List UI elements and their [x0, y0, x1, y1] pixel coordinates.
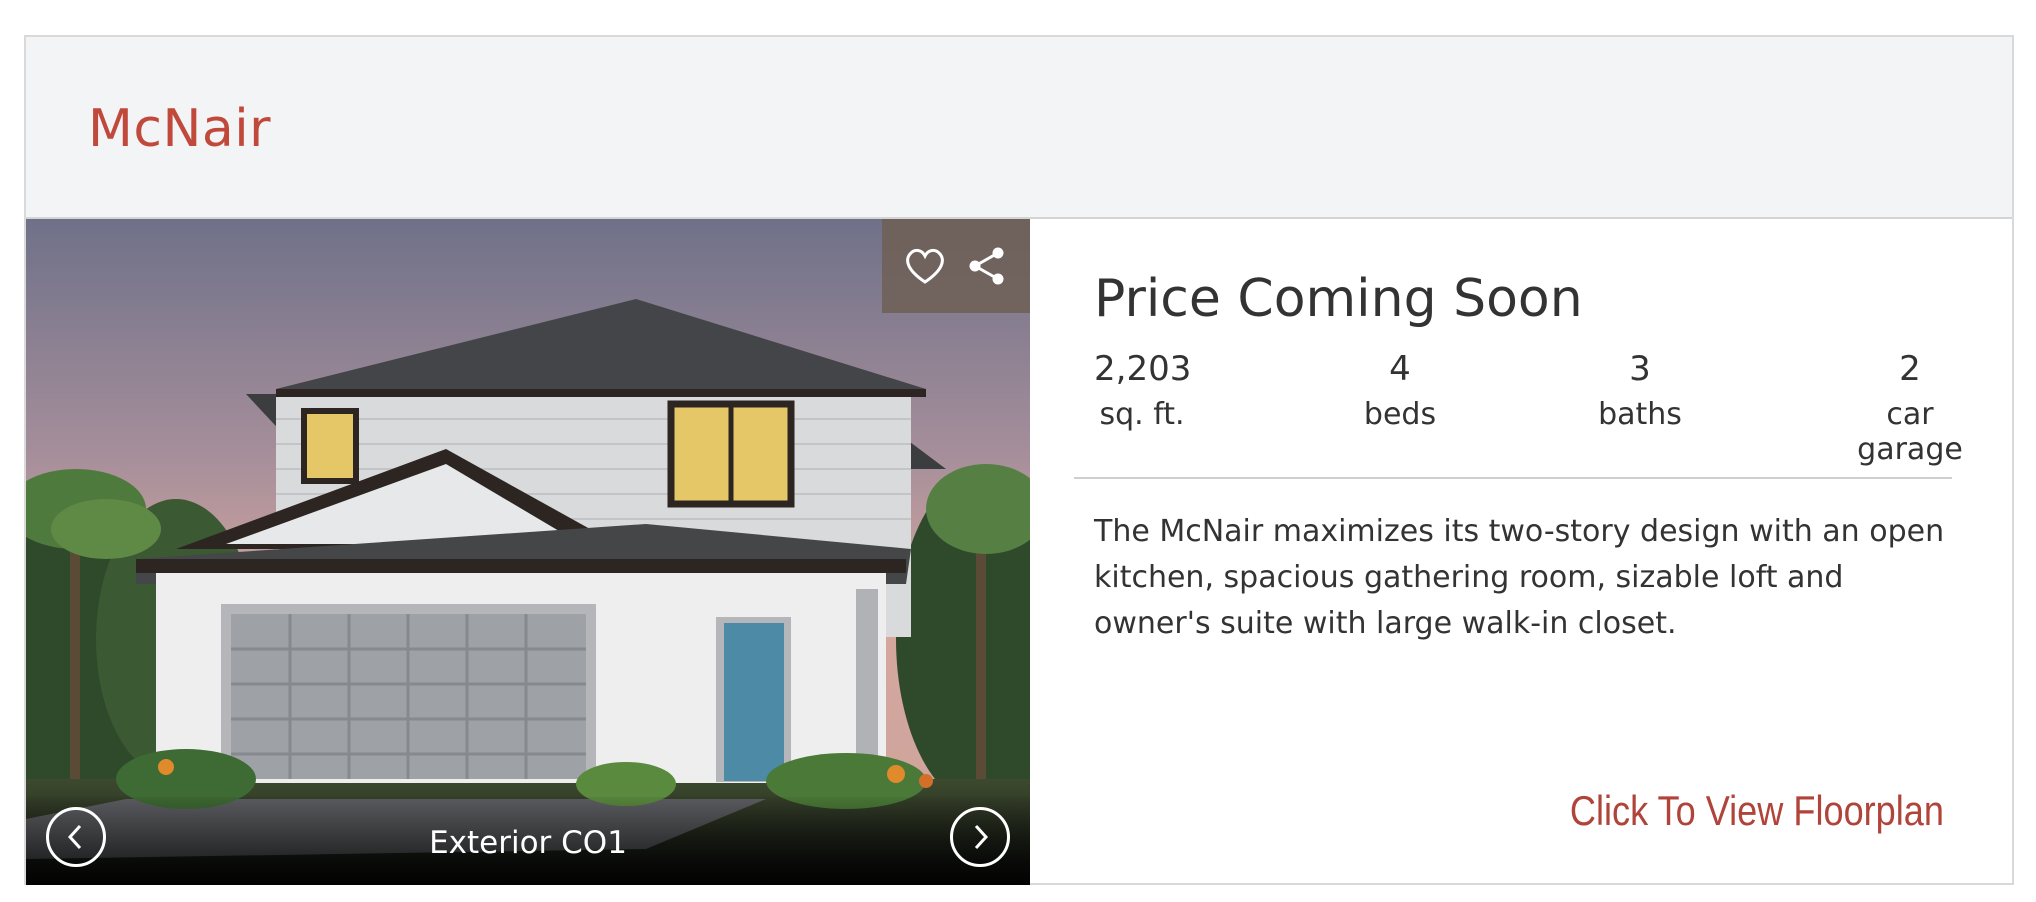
caption-bar: Exterior CO1	[26, 797, 1030, 885]
chevron-left-icon	[67, 824, 82, 850]
stat-value: 3	[1629, 349, 1651, 389]
action-box	[882, 219, 1030, 313]
stat-baths: 3 baths	[1570, 349, 1710, 432]
house-rendering-image	[26, 219, 1030, 885]
divider	[1074, 477, 1952, 479]
stat-sqft: 2,203 sq. ft.	[1094, 349, 1192, 432]
stat-label: beds	[1363, 397, 1437, 432]
card-header: McNair	[26, 37, 2012, 219]
stat-label: baths	[1598, 397, 1682, 432]
price-label: Price Coming Soon	[1094, 269, 1583, 329]
stat-garage: 2 car garage	[1830, 349, 1990, 467]
stat-value: 2,203	[1094, 349, 1192, 389]
previous-image-button[interactable]	[46, 807, 106, 867]
heart-icon[interactable]	[902, 243, 948, 289]
view-floorplan-link[interactable]: Click To View Floorplan	[1570, 787, 1944, 835]
stat-label: sq. ft.	[1099, 397, 1185, 432]
next-image-button[interactable]	[950, 807, 1010, 867]
stat-value: 2	[1899, 349, 1921, 389]
model-name[interactable]: McNair	[88, 99, 271, 159]
stat-beds: 4 beds	[1330, 349, 1470, 432]
share-icon[interactable]	[964, 243, 1010, 289]
chevron-right-icon	[974, 824, 989, 850]
model-details: Price Coming Soon 2,203 sq. ft. 4 beds 3…	[1030, 219, 2012, 885]
model-description: The McNair maximizes its two-story desig…	[1094, 514, 1945, 641]
home-model-card: McNair Exterior CO1 Price Coming Soon 2,…	[24, 35, 2014, 885]
stat-label: car garage	[1857, 397, 1963, 467]
image-caption: Exterior CO1	[429, 825, 627, 861]
image-gallery[interactable]: Exterior CO1	[26, 219, 1030, 885]
stat-value: 4	[1389, 349, 1411, 389]
